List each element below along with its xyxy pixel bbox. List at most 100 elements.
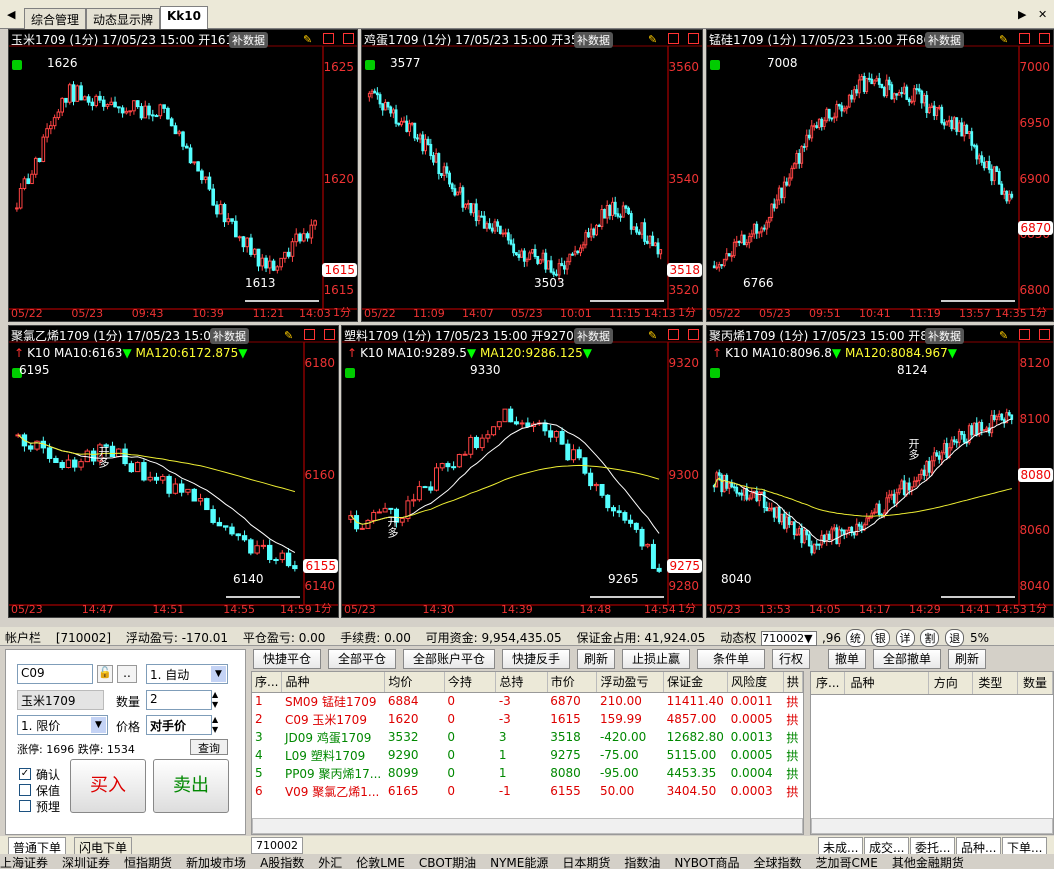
query-button[interactable]: 查询 xyxy=(190,739,228,755)
table-row[interactable]: 1 SM09 锰硅1709 6884 0 -3 6870 210.00 11411.40 0.0… xyxy=(252,692,803,710)
chart-panel-6[interactable]: 聚丙烯1709 (1分) 17/05/23 15:00 开807 补数据 ✎ ↑ K10… xyxy=(706,325,1054,618)
close-all-accounts-button[interactable]: 全部账户平仓 xyxy=(403,649,495,669)
column-header[interactable]: 保证金 xyxy=(663,672,729,693)
close-icon[interactable]: ✕ xyxy=(1038,8,1047,21)
chart-panel-2[interactable]: 鸡蛋1709 (1分) 17/05/23 15:00 开35 补数据 ✎ 3577 35… xyxy=(361,29,703,322)
close-all-button[interactable]: 全部平仓 xyxy=(328,649,396,669)
market-tab[interactable]: 芝加哥CME xyxy=(816,856,878,869)
restore-icon[interactable] xyxy=(343,33,354,44)
cancel-order-button[interactable]: 撤单 xyxy=(828,649,866,669)
market-tab[interactable]: NYME能源 xyxy=(490,856,548,869)
fill-data-button[interactable]: 补数据 xyxy=(574,328,613,344)
refresh-button[interactable]: 刷新 xyxy=(577,649,615,669)
market-tab[interactable]: 指数油 xyxy=(624,856,660,869)
pencil-icon[interactable]: ✎ xyxy=(284,329,293,342)
stop-loss-button[interactable]: 止损止赢 xyxy=(622,649,690,669)
column-header[interactable]: 总持 xyxy=(495,672,548,693)
cut-button[interactable]: 割 xyxy=(920,629,940,647)
column-header[interactable]: 方向 xyxy=(928,672,974,695)
market-tab[interactable]: 深圳证券 xyxy=(62,856,110,869)
column-header[interactable]: 浮动盈亏 xyxy=(596,672,665,693)
lock-icon[interactable] xyxy=(710,60,720,70)
maximize-icon[interactable] xyxy=(304,329,315,340)
maximize-icon[interactable] xyxy=(1019,329,1030,340)
pencil-icon[interactable]: ✎ xyxy=(999,33,1008,46)
chart-panel-4[interactable]: 聚氯乙烯1709 (1分) 17/05/23 15:00 开补数据 ✎ ↑ K10 M… xyxy=(8,325,339,618)
market-tab[interactable]: A股指数 xyxy=(260,856,304,869)
buy-button[interactable]: 买入 xyxy=(70,759,146,813)
market-tab[interactable]: 外汇 xyxy=(318,856,342,869)
column-header[interactable]: 今持 xyxy=(444,672,497,693)
fill-data-button[interactable]: 补数据 xyxy=(574,32,613,48)
restore-icon[interactable] xyxy=(688,329,699,340)
bank-button[interactable]: 银 xyxy=(870,629,890,647)
column-header[interactable]: 市价 xyxy=(547,672,598,693)
fill-data-button[interactable]: 补数据 xyxy=(925,328,964,344)
column-header[interactable]: 品种 xyxy=(844,672,929,695)
fill-data-button[interactable]: 补数据 xyxy=(925,32,964,48)
lock-icon[interactable] xyxy=(12,60,22,70)
price-stepper[interactable]: ▲ ▼ xyxy=(212,715,218,735)
restore-icon[interactable] xyxy=(688,33,699,44)
maximize-icon[interactable] xyxy=(1019,33,1030,44)
browse-button[interactable]: .. xyxy=(117,665,137,683)
refresh-orders-button[interactable]: 刷新 xyxy=(948,649,986,669)
market-tab[interactable]: 恒指期货 xyxy=(124,856,172,869)
column-header[interactable]: 品种 xyxy=(281,672,386,693)
column-header[interactable]: 类型 xyxy=(972,672,1018,695)
market-tab[interactable]: CBOT期油 xyxy=(419,856,476,869)
restore-icon[interactable] xyxy=(324,329,335,340)
maximize-icon[interactable] xyxy=(323,33,334,44)
maximize-icon[interactable] xyxy=(668,33,679,44)
pencil-icon[interactable]: ✎ xyxy=(999,329,1008,342)
preset-checkbox[interactable] xyxy=(19,800,31,812)
detail-button[interactable]: 详 xyxy=(895,629,915,647)
table-row[interactable]: 2 C09 玉米1709 1620 0 -3 1615 159.99 4857.00 0.000… xyxy=(252,710,803,728)
market-tab[interactable]: 上海证券 xyxy=(0,856,48,869)
quick-reverse-button[interactable]: 快捷反手 xyxy=(502,649,570,669)
quick-close-button[interactable]: 快捷平仓 xyxy=(253,649,321,669)
confirm-checkbox[interactable]: ✓ xyxy=(19,768,31,780)
market-tab[interactable]: 其他金融期货 xyxy=(892,856,964,869)
pencil-icon[interactable]: ✎ xyxy=(648,329,657,342)
lock-icon[interactable]: 🔓 xyxy=(97,665,113,683)
maximize-icon[interactable] xyxy=(668,329,679,340)
exit-button[interactable]: 退 xyxy=(945,629,965,647)
cancel-all-button[interactable]: 全部撤单 xyxy=(873,649,941,669)
tab-right-arrow-icon[interactable]: ▶ xyxy=(1018,8,1026,21)
price-input[interactable]: 对手价 xyxy=(146,715,212,735)
restore-icon[interactable] xyxy=(1039,329,1050,340)
lock-icon[interactable] xyxy=(365,60,375,70)
chart-panel-1[interactable]: 玉米1709 (1分) 17/05/23 15:00 开1616 高补数据 ✎ 16… xyxy=(8,29,358,322)
column-header[interactable]: 拱 xyxy=(783,672,803,693)
fill-data-button[interactable]: 补数据 xyxy=(229,32,268,48)
tab-kk10[interactable]: Kk10 xyxy=(160,6,208,29)
mode-select[interactable]: 1. 自动 ▼ xyxy=(146,664,228,684)
orders-horizontal-scrollbar[interactable] xyxy=(811,818,1053,834)
table-row[interactable]: 4 L09 塑料1709 9290 0 1 9275 -75.00 5115.00 0.0005… xyxy=(252,746,803,764)
tab-account-710002[interactable]: 710002 xyxy=(251,837,303,854)
tab-dynamic-board[interactable]: 动态显示牌 xyxy=(86,8,161,29)
market-tab[interactable]: 伦敦LME xyxy=(356,856,405,869)
lock-icon[interactable] xyxy=(345,368,355,378)
column-header[interactable]: 数量 xyxy=(1017,672,1053,695)
table-row[interactable]: 5 PP09 聚丙烯17... 8099 0 1 8080 -95.00 4453.35 0.0… xyxy=(252,764,803,782)
price-type-select[interactable]: 1. 限价 ▼ xyxy=(17,715,108,735)
tab-overview[interactable]: 综合管理 xyxy=(24,8,87,29)
hedge-checkbox[interactable] xyxy=(19,784,31,796)
column-header[interactable]: 风险度 xyxy=(727,672,784,693)
stats-button[interactable]: 统 xyxy=(845,629,865,647)
table-row[interactable]: 6 V09 聚氯乙烯1... 6165 0 -1 6155 50.00 3404.50 0.00… xyxy=(252,782,803,800)
chart-panel-5[interactable]: 塑料1709 (1分) 17/05/23 15:00 开9270 高补数据 ✎ ↑ K… xyxy=(341,325,703,618)
sell-button[interactable]: 卖出 xyxy=(153,759,229,813)
fill-data-button[interactable]: 补数据 xyxy=(210,328,249,344)
column-header[interactable]: 序... xyxy=(252,672,283,693)
pencil-icon[interactable]: ✎ xyxy=(303,33,312,46)
conditional-order-button[interactable]: 条件单 xyxy=(697,649,765,669)
quantity-input[interactable]: 2 xyxy=(146,690,212,710)
market-tab[interactable]: 新加坡市场 xyxy=(186,856,246,869)
exercise-button[interactable]: 行权 xyxy=(772,649,810,669)
account-select[interactable]: 710002▼ xyxy=(761,631,818,646)
table-row[interactable]: 3 JD09 鸡蛋1709 3532 0 3 3518 -420.00 12682.80 0.0… xyxy=(252,728,803,746)
column-header[interactable]: 序... xyxy=(811,672,846,695)
